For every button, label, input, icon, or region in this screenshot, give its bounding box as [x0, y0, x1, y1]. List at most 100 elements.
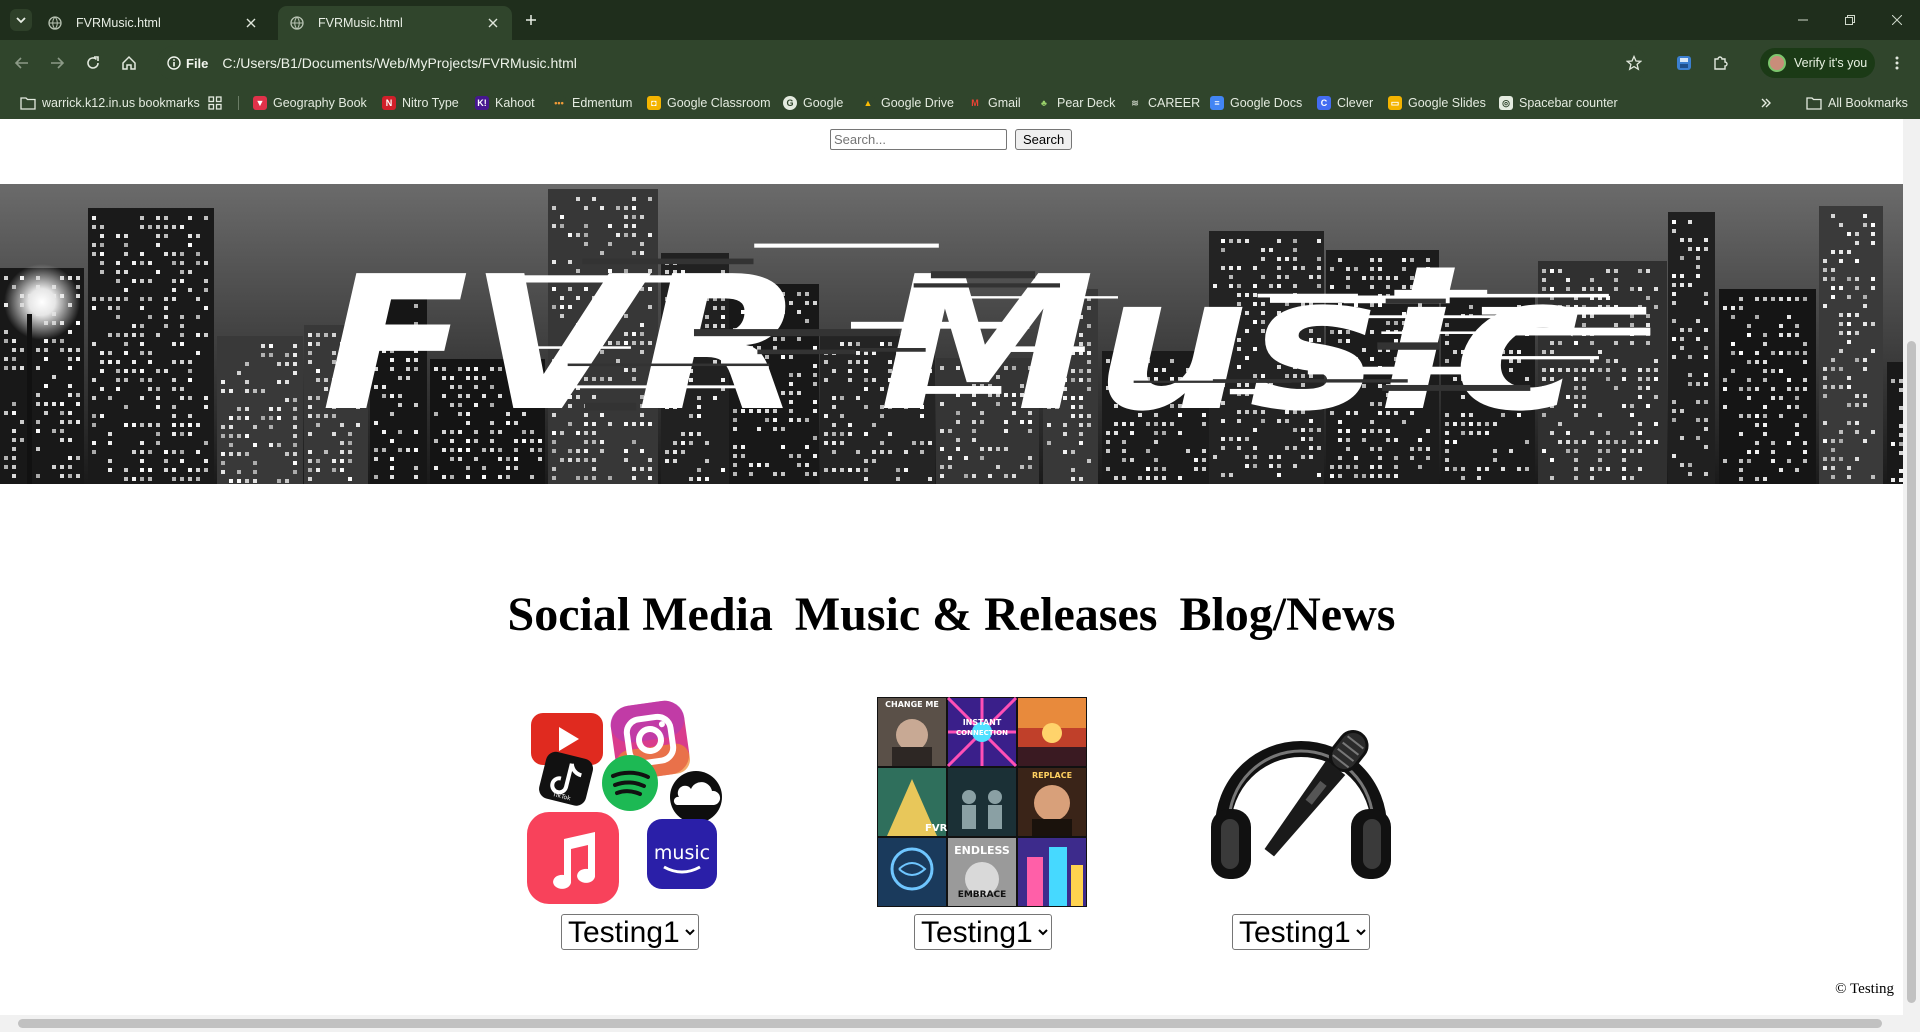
blog-news-select[interactable]: Testing1 — [1232, 914, 1370, 950]
vertical-scrollbar[interactable] — [1903, 119, 1920, 1032]
bookmark-nitro-type[interactable]: N Nitro Type — [382, 93, 459, 113]
building-window — [1178, 476, 1182, 480]
building-window — [1831, 358, 1835, 362]
building-window — [132, 279, 136, 283]
home-button[interactable] — [117, 51, 141, 75]
horizontal-scrollbar[interactable] — [0, 1015, 1903, 1032]
building-window — [100, 369, 104, 373]
building-window — [1672, 229, 1676, 233]
building-window — [12, 357, 16, 361]
bookmark-kahoot[interactable]: K! Kahoot — [475, 93, 535, 113]
building-window — [805, 472, 809, 476]
forward-button[interactable] — [45, 51, 69, 75]
extension-save-button[interactable] — [1672, 51, 1696, 75]
building-window — [188, 243, 192, 247]
browser-menu-button[interactable] — [1885, 51, 1909, 75]
bookmark-folder[interactable]: warrick.k12.in.us bookmarks — [20, 93, 200, 113]
close-tab-icon[interactable] — [484, 14, 502, 32]
music-releases-select[interactable]: Testing1 — [914, 914, 1052, 950]
search-button[interactable]: Search — [1015, 129, 1073, 150]
social-media-icons-image[interactable]: TikTok music — [527, 697, 737, 907]
apps-button[interactable] — [208, 93, 222, 113]
bookmark-google[interactable]: G Google — [783, 93, 843, 113]
reload-button[interactable] — [81, 51, 105, 75]
building-window — [1855, 421, 1859, 425]
home-icon — [122, 55, 136, 70]
building-window — [140, 297, 144, 301]
building-window — [1598, 413, 1602, 417]
bookmark-google-drive[interactable]: ▲ Google Drive — [861, 93, 954, 113]
bookmarks-overflow-button[interactable] — [1760, 93, 1772, 113]
album-cover-endless-embrace: ENDLESS EMBRACE — [948, 838, 1016, 906]
building-window — [1293, 464, 1297, 468]
building-window — [148, 351, 152, 355]
bookmark-edmentum[interactable]: ••• Edmentum — [552, 93, 632, 113]
building-window — [316, 369, 320, 373]
building-window — [434, 466, 438, 470]
building-window — [632, 467, 636, 471]
search-form: Search — [830, 129, 1073, 150]
tab-fvrmusic-1[interactable]: FVRMusic.html — [36, 6, 270, 40]
building-window — [592, 467, 596, 471]
close-tab-icon[interactable] — [242, 14, 260, 32]
tab-fvrmusic-2-active[interactable]: FVRMusic.html — [278, 6, 512, 40]
building-window — [1855, 394, 1859, 398]
back-button[interactable] — [10, 51, 34, 75]
building-window — [1590, 467, 1594, 471]
all-bookmarks-button[interactable]: All Bookmarks — [1806, 93, 1908, 113]
building-window — [148, 423, 152, 427]
building-window — [156, 441, 160, 445]
social-media-select[interactable]: Testing1 — [561, 914, 699, 950]
building-window — [285, 353, 289, 357]
building-window — [1731, 351, 1735, 355]
nav-blog-news[interactable]: Blog/News — [1179, 587, 1395, 642]
minimize-button[interactable] — [1790, 8, 1816, 32]
bookmark-geography-book[interactable]: ▼ Geography Book — [253, 93, 367, 113]
extensions-button[interactable] — [1708, 51, 1732, 75]
glitch-stripe — [978, 346, 1085, 352]
building-window — [1795, 387, 1799, 391]
building-window — [1680, 463, 1684, 467]
restore-button[interactable] — [1837, 8, 1863, 32]
profile-verify-button[interactable]: Verify it's you — [1760, 48, 1875, 78]
bookmark-google-slides[interactable]: ▭ Google Slides — [1388, 93, 1486, 113]
nav-social-media[interactable]: Social Media — [508, 587, 773, 642]
horizontal-scrollbar-thumb[interactable] — [18, 1019, 1882, 1028]
building-window — [466, 475, 470, 479]
building-window — [1606, 431, 1610, 435]
vertical-scrollbar-thumb[interactable] — [1907, 341, 1916, 1003]
building-window — [164, 324, 168, 328]
bookmark-google-docs[interactable]: ≡ Google Docs — [1210, 93, 1302, 113]
building-window — [1630, 404, 1634, 408]
bookmark-clever[interactable]: C Clever — [1317, 93, 1373, 113]
building-window — [1378, 456, 1382, 460]
search-input[interactable] — [830, 129, 1007, 150]
nav-music-releases[interactable]: Music & Releases — [795, 587, 1158, 642]
building-window — [1891, 478, 1895, 482]
building-window — [12, 348, 16, 352]
close-window-button[interactable] — [1884, 8, 1910, 32]
new-tab-button[interactable] — [520, 9, 542, 31]
album-covers-collage-image[interactable]: CHANGE ME INSTANTCONNECTION FVR REPLACE … — [877, 697, 1087, 907]
building-window — [1704, 238, 1708, 242]
building-window — [293, 470, 297, 474]
building-window — [180, 315, 184, 319]
bookmark-star-button[interactable] — [1622, 51, 1646, 75]
building-window — [592, 476, 596, 480]
building-window — [221, 380, 225, 384]
bookmark-google-classroom[interactable]: ◘ Google Classroom — [647, 93, 771, 113]
bookmark-gmail[interactable]: M Gmail — [968, 93, 1021, 113]
bookmark-career[interactable]: ≋ CAREER — [1128, 93, 1200, 113]
tab-search-button[interactable] — [10, 9, 32, 31]
bookmark-pear-deck[interactable]: ♣ Pear Deck — [1037, 93, 1115, 113]
bookmark-spacebar-counter[interactable]: ◎ Spacebar counter — [1499, 93, 1618, 113]
address-bar[interactable]: File C:/Users/B1/Documents/Web/MyProject… — [157, 46, 1647, 80]
building-window — [648, 458, 652, 462]
building-window — [60, 474, 64, 478]
site-info-chip[interactable]: File — [167, 51, 222, 75]
headphones-microphone-icon[interactable] — [1195, 697, 1405, 907]
glitch-stripe — [1229, 388, 1312, 395]
building-window — [164, 225, 168, 229]
building-window — [733, 463, 737, 467]
building-window — [1582, 368, 1586, 372]
